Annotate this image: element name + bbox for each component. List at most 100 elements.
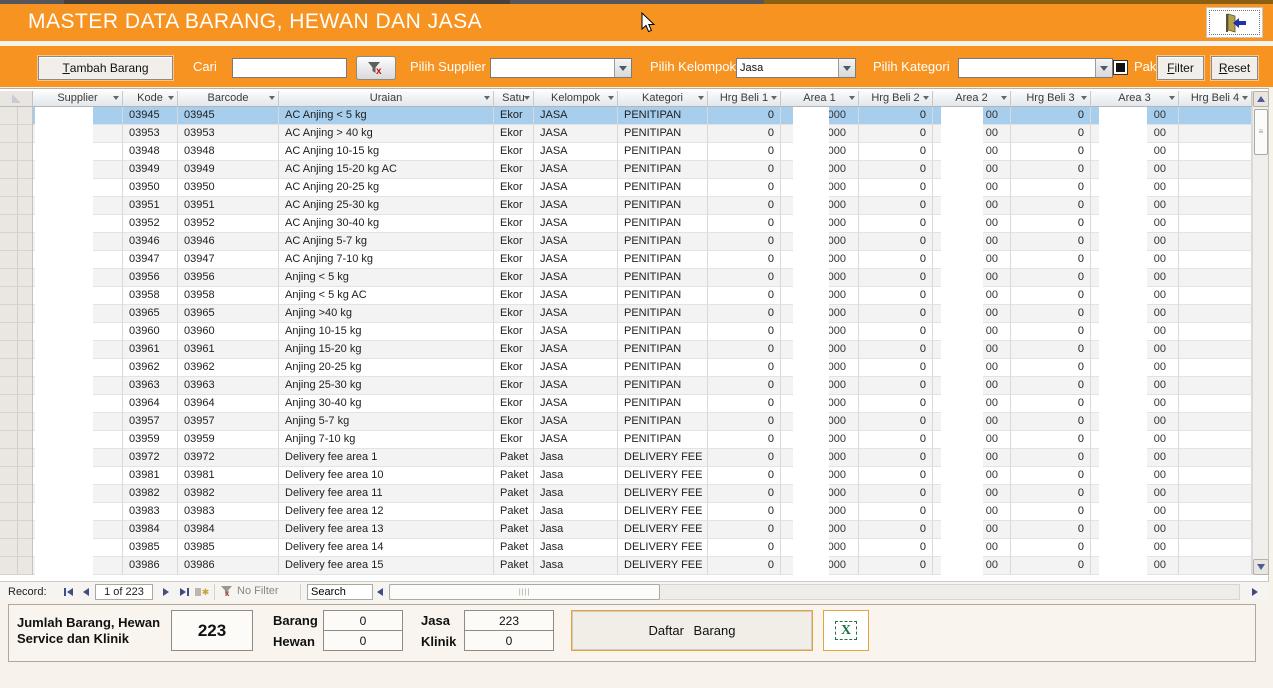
table-cell[interactable]: Paket — [494, 539, 534, 557]
table-cell[interactable]: PENITIPAN — [618, 305, 708, 323]
column-header-kategori[interactable]: Kategori — [618, 91, 708, 107]
column-filter-arrow-icon[interactable] — [923, 96, 929, 100]
table-cell[interactable]: JASA — [534, 197, 618, 215]
table-cell[interactable]: Ekor — [494, 323, 534, 341]
table-cell[interactable]: 0 — [859, 485, 933, 503]
table-cell[interactable]: Jasa — [534, 503, 618, 521]
table-cell[interactable]: PENITIPAN — [618, 395, 708, 413]
table-cell[interactable]: PENITIPAN — [618, 377, 708, 395]
table-cell[interactable]: PENITIPAN — [618, 197, 708, 215]
column-filter-arrow-icon[interactable] — [1242, 96, 1248, 100]
table-cell[interactable]: 03950 — [123, 179, 178, 197]
table-row[interactable]: 0396503965Anjing >40 kgEkorJASAPENITIPAN… — [33, 305, 1252, 323]
table-cell[interactable]: 03950 — [178, 179, 279, 197]
table-cell[interactable]: 03960 — [178, 323, 279, 341]
column-filter-arrow-icon[interactable] — [608, 96, 614, 100]
column-filter-arrow-icon[interactable] — [1169, 96, 1175, 100]
chevron-down-icon[interactable] — [614, 59, 631, 77]
table-cell[interactable]: Ekor — [494, 107, 534, 125]
column-header-area-3[interactable]: Area 3 — [1091, 91, 1179, 107]
table-cell[interactable]: 0 — [708, 107, 781, 125]
table-cell[interactable]: 0 — [859, 161, 933, 179]
table-cell[interactable]: 03986 — [178, 557, 279, 575]
table-cell[interactable]: 03949 — [178, 161, 279, 179]
hscroll-left-button[interactable] — [372, 584, 388, 600]
table-cell[interactable]: PENITIPAN — [618, 251, 708, 269]
table-cell[interactable]: 03947 — [178, 251, 279, 269]
table-cell[interactable]: Anjing >40 kg — [279, 305, 494, 323]
table-cell[interactable]: DELIVERY FEE — [618, 539, 708, 557]
table-cell[interactable]: Paket — [494, 449, 534, 467]
table-cell[interactable]: 0 — [859, 359, 933, 377]
table-cell[interactable]: 0 — [1011, 359, 1091, 377]
table-cell[interactable]: 03965 — [178, 305, 279, 323]
kelompok-combobox[interactable]: Jasa — [736, 58, 856, 78]
table-cell[interactable]: 03957 — [178, 413, 279, 431]
table-cell[interactable]: Ekor — [494, 359, 534, 377]
table-cell[interactable]: DELIVERY FEE — [618, 503, 708, 521]
column-filter-arrow-icon[interactable] — [484, 96, 490, 100]
column-header-area-1[interactable]: Area 1 — [781, 91, 859, 107]
table-cell[interactable]: JASA — [534, 305, 618, 323]
table-cell[interactable]: JASA — [534, 215, 618, 233]
column-filter-arrow-icon[interactable] — [1081, 96, 1087, 100]
table-cell[interactable]: 0 — [859, 143, 933, 161]
table-cell[interactable]: 0 — [708, 413, 781, 431]
column-header-hrg-beli-4[interactable]: Hrg Beli 4 — [1179, 91, 1252, 107]
table-cell[interactable]: 03981 — [178, 467, 279, 485]
table-cell[interactable]: 03946 — [178, 233, 279, 251]
table-cell[interactable]: 03945 — [123, 107, 178, 125]
table-cell[interactable]: Ekor — [494, 251, 534, 269]
table-cell[interactable]: 0 — [1011, 395, 1091, 413]
table-cell[interactable]: 03985 — [123, 539, 178, 557]
table-cell[interactable]: 0 — [859, 269, 933, 287]
table-cell[interactable]: Anjing 10-15 kg — [279, 323, 494, 341]
table-cell[interactable]: 0 — [708, 179, 781, 197]
column-header-kelompok[interactable]: Kelompok — [534, 91, 618, 107]
table-cell[interactable]: 0 — [859, 233, 933, 251]
table-cell[interactable]: PENITIPAN — [618, 323, 708, 341]
table-cell[interactable]: 03962 — [178, 359, 279, 377]
table-cell[interactable]: DELIVERY FEE — [618, 521, 708, 539]
table-cell[interactable]: 0 — [1011, 107, 1091, 125]
table-cell[interactable]: Paket — [494, 557, 534, 575]
table-row[interactable]: 0396103961Anjing 15-20 kgEkorJASAPENITIP… — [33, 341, 1252, 359]
table-cell[interactable]: 0 — [859, 179, 933, 197]
record-position-box[interactable]: 1 of 223 — [95, 584, 153, 600]
table-cell[interactable]: 0 — [708, 323, 781, 341]
table-cell[interactable]: PENITIPAN — [618, 431, 708, 449]
supplier-combobox[interactable] — [490, 58, 632, 78]
table-cell[interactable]: 03962 — [123, 359, 178, 377]
table-cell[interactable]: 0 — [708, 215, 781, 233]
table-cell[interactable]: JASA — [534, 125, 618, 143]
table-cell[interactable]: 0 — [708, 287, 781, 305]
table-row[interactable]: 0398303983Delivery fee area 12PaketJasaD… — [33, 503, 1252, 521]
table-cell[interactable]: 03945 — [178, 107, 279, 125]
table-cell[interactable]: Jasa — [534, 485, 618, 503]
table-cell[interactable]: 0 — [859, 539, 933, 557]
scroll-down-button[interactable] — [1253, 559, 1269, 575]
table-row[interactable]: 0395603956Anjing < 5 kgEkorJASAPENITIPAN… — [33, 269, 1252, 287]
table-cell[interactable]: JASA — [534, 359, 618, 377]
table-row[interactable]: 0394903949AC Anjing 15-20 kg ACEkorJASAP… — [33, 161, 1252, 179]
table-cell[interactable]: 0 — [708, 521, 781, 539]
tambah-barang-button[interactable]: Tambah Barang — [38, 56, 173, 80]
table-cell[interactable]: 03948 — [123, 143, 178, 161]
table-cell[interactable]: 03963 — [178, 377, 279, 395]
table-cell[interactable]: Delivery fee area 10 — [279, 467, 494, 485]
table-cell[interactable]: 03951 — [178, 197, 279, 215]
table-row[interactable]: 0398603986Delivery fee area 15PaketJasaD… — [33, 557, 1252, 575]
table-cell[interactable]: 03960 — [123, 323, 178, 341]
table-cell[interactable] — [1179, 287, 1252, 305]
table-cell[interactable]: 0 — [1011, 557, 1091, 575]
table-cell[interactable]: Ekor — [494, 161, 534, 179]
table-row[interactable]: 0394503945AC Anjing < 5 kgEkorJASAPENITI… — [33, 107, 1252, 125]
table-cell[interactable]: Delivery fee area 1 — [279, 449, 494, 467]
table-cell[interactable]: 03953 — [178, 125, 279, 143]
table-cell[interactable]: Delivery fee area 12 — [279, 503, 494, 521]
table-cell[interactable] — [1179, 107, 1252, 125]
table-cell[interactable]: Anjing < 5 kg — [279, 269, 494, 287]
table-cell[interactable]: 0 — [708, 395, 781, 413]
table-cell[interactable]: PENITIPAN — [618, 125, 708, 143]
table-cell[interactable]: 0 — [859, 395, 933, 413]
